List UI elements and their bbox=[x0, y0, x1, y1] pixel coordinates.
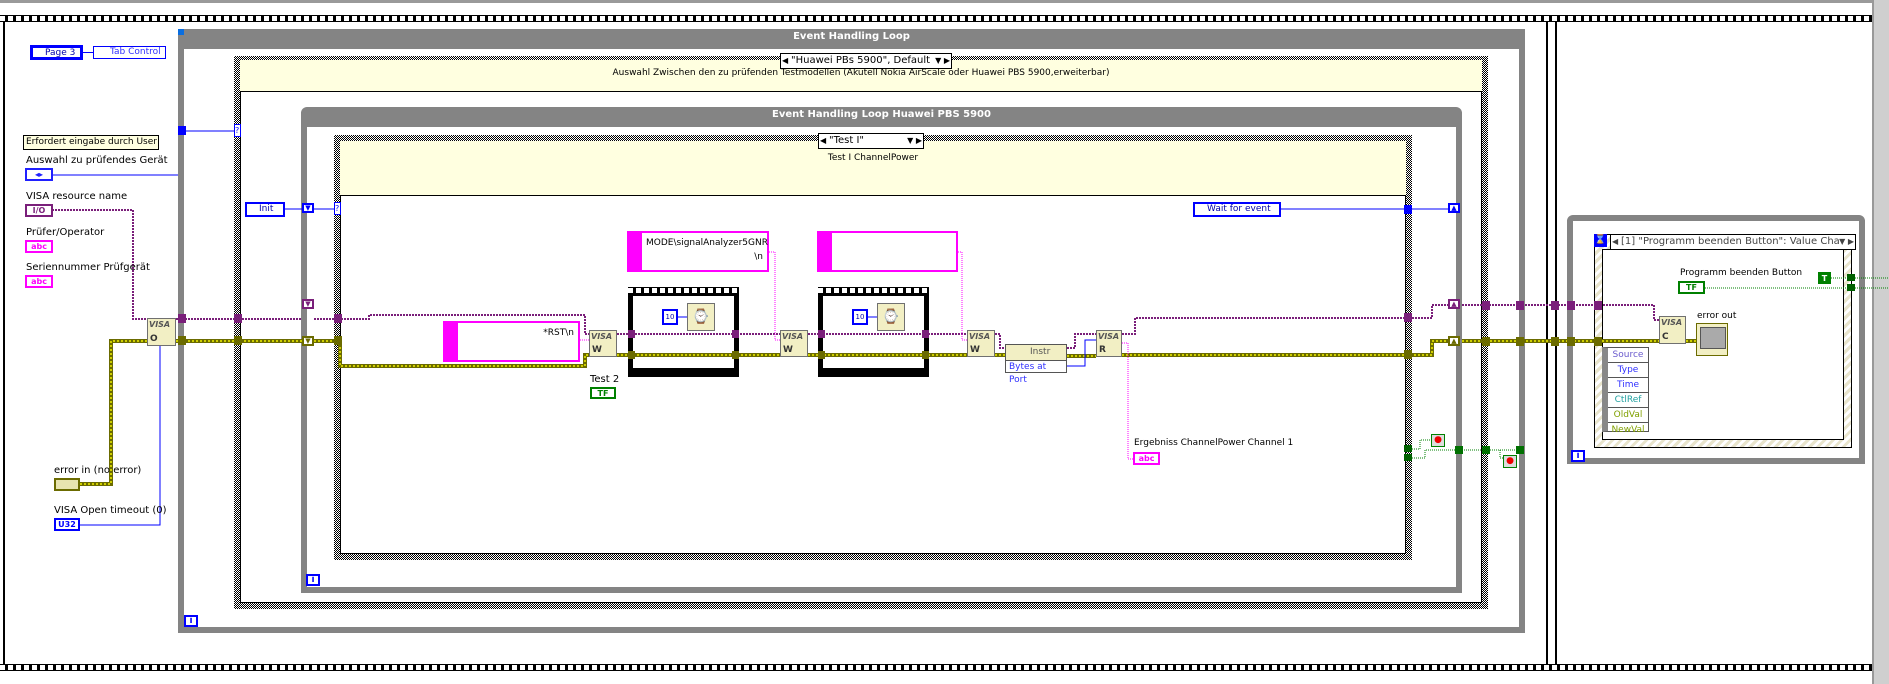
serial-control[interactable]: abc bbox=[25, 275, 53, 288]
error-out-indicator[interactable] bbox=[1696, 323, 1728, 356]
device-select-label: Auswahl zu prüfendes Gerät bbox=[26, 155, 168, 166]
state-shift-register-right: ▲ bbox=[1448, 203, 1460, 213]
wait-ms-constant-1[interactable]: 10 bbox=[662, 309, 678, 325]
visa-timeout-label: VISA Open timeout (0) bbox=[54, 505, 167, 516]
inner-case-selector-terminal: ? bbox=[334, 202, 341, 215]
event-data-node: Source Type Time CtlRef OldVal NewVal bbox=[1602, 347, 1649, 435]
visa-close-node[interactable]: VISA C bbox=[1659, 316, 1686, 344]
visa-timeout-control[interactable]: U32 bbox=[54, 518, 80, 531]
programm-beenden-label: Programm beenden Button bbox=[1680, 268, 1803, 278]
visa-resource-control[interactable]: I/O bbox=[25, 204, 53, 217]
result-indicator[interactable]: abc bbox=[1133, 452, 1160, 465]
user-input-comment: Erfordert eingabe durch User bbox=[23, 135, 159, 150]
error-out-label: error out bbox=[1697, 311, 1737, 321]
test2-label: Test 2 bbox=[590, 374, 620, 385]
event-data-time[interactable]: Time bbox=[1608, 378, 1648, 393]
error-shift-register-right: ▲ bbox=[1448, 336, 1460, 346]
wait-ms-node-2[interactable]: ⌚ bbox=[877, 303, 905, 331]
error-shift-register-left: ▼ bbox=[302, 336, 314, 346]
stop-constant-icon: ● bbox=[1431, 434, 1445, 447]
serial-label: Seriennummer Prüfgerät bbox=[26, 262, 150, 273]
event-data-newval[interactable]: NewVal bbox=[1608, 423, 1648, 437]
error-in-control[interactable] bbox=[54, 478, 80, 491]
event-data-source[interactable]: Source bbox=[1608, 348, 1648, 363]
visa-shift-register-right: ▲ bbox=[1448, 299, 1460, 309]
visa-shift-register-left: ▼ bbox=[302, 299, 314, 309]
event-data-type[interactable]: Type bbox=[1608, 363, 1648, 378]
page-enum[interactable]: Page 3 bbox=[30, 45, 83, 60]
visa-read-node[interactable]: VISA R bbox=[1096, 330, 1122, 357]
device-select-control[interactable]: ◂▸ bbox=[25, 168, 53, 181]
visa-write-node-3[interactable]: VISA W bbox=[967, 330, 995, 357]
state-shift-register-left: ▼ bbox=[302, 203, 314, 213]
visa-write-node-2[interactable]: VISA W bbox=[780, 330, 808, 357]
empty-string-constant[interactable] bbox=[817, 231, 958, 272]
wait-for-event-enum-constant[interactable]: Wait for event bbox=[1193, 202, 1281, 217]
visa-resource-label: VISA resource name bbox=[26, 191, 128, 202]
event-data-ctlref[interactable]: CtlRef bbox=[1608, 393, 1648, 408]
wires bbox=[52, 126, 1889, 526]
test2-indicator[interactable]: TF bbox=[590, 387, 616, 399]
mode-string-constant[interactable]: MODE\signalAnalyzer5GNR \n bbox=[627, 231, 769, 272]
event-data-oldval[interactable]: OldVal bbox=[1608, 408, 1648, 423]
clock-icon: ⌚ bbox=[692, 309, 710, 325]
clock-icon: ⌚ bbox=[882, 309, 900, 325]
wait-ms-node-1[interactable]: ⌚ bbox=[687, 303, 715, 331]
error-in-label: error in (no error) bbox=[54, 465, 142, 476]
visa-property-node[interactable]: Instr Bytes at Port bbox=[1005, 344, 1067, 385]
numeric-wires bbox=[52, 130, 1448, 526]
operator-control[interactable]: abc bbox=[25, 240, 53, 253]
loop-stop-condition-icon[interactable]: ● bbox=[1503, 455, 1517, 468]
result-label: Ergebniss ChannelPower Channel 1 bbox=[1134, 438, 1294, 448]
operator-label: Prüfer/Operator bbox=[26, 227, 105, 238]
error-wire bbox=[80, 339, 1696, 486]
wait-ms-constant-2[interactable]: 10 bbox=[852, 309, 868, 325]
programm-beenden-terminal[interactable]: TF bbox=[1678, 281, 1705, 294]
init-enum-constant[interactable]: Init bbox=[245, 202, 285, 217]
true-constant[interactable]: T bbox=[1818, 272, 1831, 284]
tab-control-reference[interactable]: Tab Control bbox=[93, 46, 166, 59]
property-item[interactable]: Bytes at Port bbox=[1006, 361, 1066, 387]
visa-write-node-1[interactable]: VISA W bbox=[589, 330, 617, 357]
visa-open-node[interactable]: VISA O bbox=[147, 318, 176, 346]
rst-string-constant[interactable]: *RST\n bbox=[443, 321, 580, 362]
outer-case-selector-terminal: ? bbox=[234, 124, 241, 137]
property-class: Instr bbox=[1006, 345, 1066, 361]
block-diagram: Event Handling Loop i Auswahl Zwischen d… bbox=[0, 0, 1889, 684]
